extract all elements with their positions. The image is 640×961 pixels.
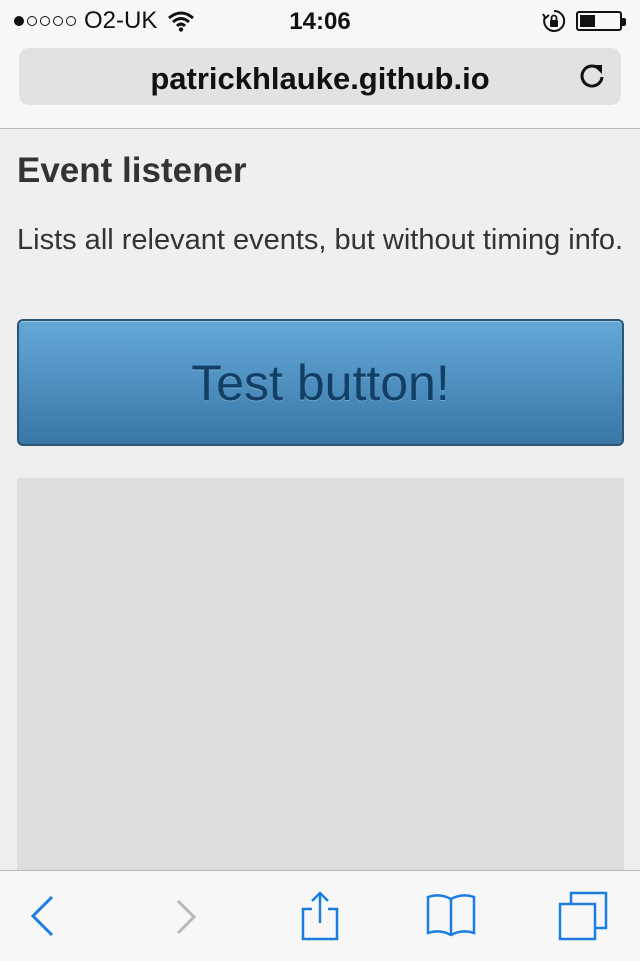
share-icon[interactable] [295,891,345,941]
battery-icon [576,11,626,31]
forward-icon[interactable] [161,891,211,941]
event-log-area [17,478,624,870]
orientation-lock-icon [542,9,566,32]
page-description: Lists all relevant events, but without t… [17,224,624,256]
url-text[interactable]: patrickhlauke.github.io [19,61,621,97]
browser-toolbar [0,870,640,961]
browser-address-area: patrickhlauke.github.io [0,40,640,129]
bookmarks-icon[interactable] [426,891,476,941]
test-button[interactable]: Test button! [17,319,624,446]
page-title: Event listener [17,151,247,190]
back-icon[interactable] [19,891,69,941]
reload-icon[interactable] [577,61,607,91]
address-bar[interactable]: patrickhlauke.github.io [19,48,621,105]
battery-level [580,15,595,27]
tabs-icon[interactable] [558,891,608,941]
status-bar: O2-UK 14:06 [0,0,640,40]
